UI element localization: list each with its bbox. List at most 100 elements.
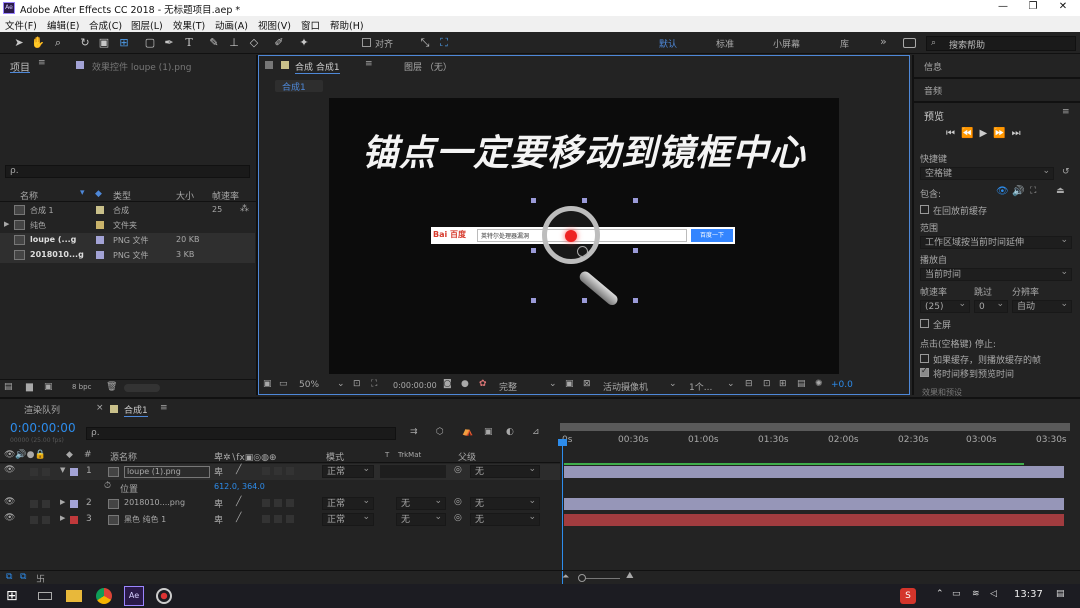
menu-animation[interactable]: 动画(A)	[215, 18, 248, 32]
col-fps[interactable]: 帧速率	[212, 189, 239, 202]
frame-rate-select[interactable]: (25)	[920, 298, 970, 313]
play-cached-checkbox[interactable]	[920, 354, 929, 363]
lock-toggle[interactable]	[42, 500, 50, 508]
bbox-handle[interactable]	[531, 198, 536, 203]
pickwhip-icon[interactable]: ◎	[454, 497, 462, 507]
next-frame-icon[interactable]: ⏩	[993, 128, 1011, 139]
shy-switch-icon[interactable]: 卑	[214, 497, 223, 510]
comp-panel-menu[interactable]: ≡	[365, 59, 373, 69]
windows-start-icon[interactable]: ⊞	[6, 588, 22, 604]
views-select[interactable]: 1个...	[689, 380, 712, 393]
monitor-icon[interactable]: ▭	[279, 379, 288, 389]
bbox-handle[interactable]	[582, 298, 587, 303]
visibility-eye-icon[interactable]: 👁	[4, 465, 15, 475]
close-button[interactable]: ✕	[1048, 1, 1078, 15]
bbox-handle[interactable]	[633, 298, 638, 303]
play-icon[interactable]: ▶	[979, 128, 993, 139]
time-ruler[interactable]: 0s 00:30s 01:00s 01:30s 02:00s 02:30s 03…	[560, 423, 1070, 447]
include-layers-icon[interactable]: ⏏	[1056, 186, 1065, 196]
eraser-tool-icon[interactable]: ◇	[247, 35, 261, 50]
layer-name[interactable]: 2018010....png	[124, 498, 185, 507]
project-item[interactable]: 合成 1 合成 25 ⁂	[0, 203, 255, 218]
collapse-arrow-icon[interactable]: ▼	[60, 466, 65, 474]
comp-tab[interactable]: 合成 合成1	[295, 60, 340, 74]
bbox-handle[interactable]	[582, 198, 587, 203]
quality-switch-icon[interactable]: ╱	[236, 513, 241, 523]
anchor-point-icon[interactable]	[577, 246, 588, 257]
layer-name[interactable]: 黑色 纯色 1	[124, 514, 166, 525]
solo-toggle[interactable]	[30, 516, 38, 524]
project-item[interactable]: 2018010...g PNG 文件 3 KB	[0, 248, 255, 263]
visibility-eye-icon[interactable]: 👁	[4, 513, 15, 523]
col-type[interactable]: 类型	[113, 189, 131, 202]
menu-composition[interactable]: 合成(C)	[89, 18, 122, 32]
comp-timecode[interactable]: 0:00:00:00	[393, 381, 437, 390]
menu-help[interactable]: 帮助(H)	[330, 18, 364, 32]
prev-frame-icon[interactable]: ⏪	[961, 128, 979, 139]
switch-toggle[interactable]	[262, 499, 270, 507]
puppet-tool-icon[interactable]: ✦	[297, 35, 311, 50]
parent-select[interactable]: 无	[470, 463, 540, 478]
new-comp-icon[interactable]: ▣	[44, 382, 53, 392]
expand-arrow-icon[interactable]: ▶	[60, 498, 65, 506]
include-audio-icon[interactable]: 🔊	[1012, 186, 1024, 197]
project-item[interactable]: ▶ 纯色 文件夹	[0, 218, 255, 233]
align-checkbox[interactable]	[362, 38, 371, 47]
workspace-small-screen[interactable]: 小屏幕	[773, 37, 800, 50]
project-search-input[interactable]: ρ.	[5, 165, 250, 178]
audio-panel-tab[interactable]: 音频	[924, 84, 942, 97]
bbox-handle[interactable]	[531, 248, 536, 253]
workspace-menu-icon[interactable]	[903, 38, 916, 48]
zoom-out-icon[interactable]: ⏶	[562, 572, 569, 582]
exposure-icon[interactable]: ✺	[815, 379, 823, 389]
zoom-dropdown-icon[interactable]: ⌄	[337, 379, 345, 389]
switch-toggle[interactable]	[286, 467, 294, 475]
snap-icon[interactable]: ⤡	[418, 35, 432, 50]
notification-icon[interactable]: ▤	[1056, 589, 1065, 599]
chrome-icon[interactable]	[96, 588, 112, 604]
first-frame-icon[interactable]: ⏮	[946, 128, 961, 139]
play-from-select[interactable]: 当前时间	[920, 266, 1072, 281]
current-time-indicator[interactable]	[562, 443, 563, 586]
roi-icon[interactable]: ▣	[565, 379, 574, 389]
timeline-layer-row[interactable]: 👁 ▼ 1 loupe (1).png 卑 ╱ 正常 ◎ 无	[0, 463, 560, 480]
brush-tool-icon[interactable]: ✎	[207, 35, 221, 50]
shy-switch-icon[interactable]: 卑	[214, 513, 223, 526]
rectangle-tool-icon[interactable]: ▢	[143, 35, 157, 50]
channel-icon[interactable]: ✿	[479, 379, 487, 389]
visibility-eye-icon[interactable]: 👁	[4, 497, 15, 507]
lock-toggle[interactable]	[42, 468, 50, 476]
minimize-button[interactable]: —	[988, 1, 1018, 15]
flowchart-icon[interactable]: ⁂	[240, 204, 249, 214]
include-video-icon[interactable]: 👁	[996, 186, 1009, 197]
switch-toggle[interactable]	[274, 499, 282, 507]
sogou-input-icon[interactable]: S	[900, 588, 916, 604]
menu-file[interactable]: 文件(F)	[5, 18, 37, 32]
col-name[interactable]: 名称	[20, 189, 38, 202]
cache-before-playback-checkbox[interactable]	[920, 205, 929, 214]
zoom-in-icon[interactable]: ⛰	[626, 571, 634, 581]
project-panel-menu[interactable]: ≡	[38, 58, 46, 68]
transparency-grid-icon[interactable]: ⊠	[583, 379, 591, 389]
delete-icon[interactable]: 🗑	[106, 382, 117, 392]
network-icon[interactable]: ▭	[952, 589, 961, 599]
layer-label-color[interactable]	[70, 516, 78, 524]
quality-select[interactable]: 完整	[499, 380, 517, 393]
bbox-handle[interactable]	[531, 298, 536, 303]
preview-panel-tab[interactable]: 预览	[924, 108, 944, 123]
quality-switch-icon[interactable]: ╱	[236, 465, 241, 475]
new-folder-icon[interactable]: ▆	[26, 382, 33, 392]
shy-switch-icon[interactable]: 卑	[214, 465, 223, 478]
sort-down-icon[interactable]: ▾	[80, 188, 85, 198]
after-effects-taskbar-icon[interactable]: Ae	[124, 586, 144, 606]
col-size[interactable]: 大小	[176, 189, 194, 202]
always-preview-icon[interactable]: ▣	[263, 379, 272, 389]
switch-toggle[interactable]	[286, 515, 294, 523]
hand-tool-icon[interactable]: ✋	[31, 35, 45, 50]
zoom-select[interactable]: 50%	[299, 380, 319, 390]
pickwhip-icon[interactable]: ◎	[454, 465, 462, 475]
pickwhip-icon[interactable]: ◎	[454, 513, 462, 523]
expand-arrow-icon[interactable]: ▶	[4, 220, 9, 228]
quality-switch-icon[interactable]: ╱	[236, 497, 241, 507]
layer-name[interactable]: loupe (1).png	[124, 466, 210, 478]
